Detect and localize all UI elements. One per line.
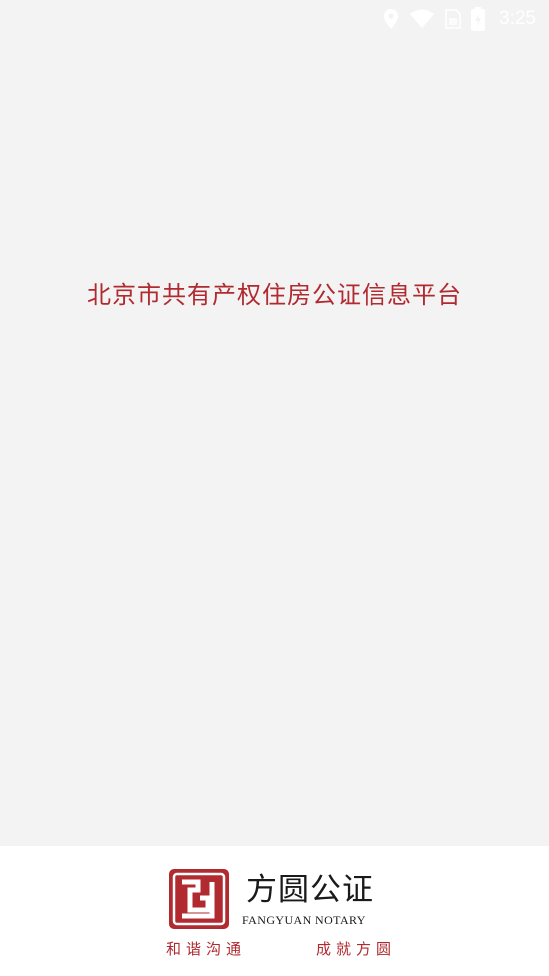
status-icons: 3:25	[383, 7, 536, 31]
status-time: 3:25	[499, 8, 536, 29]
status-bar: 3:25	[0, 0, 549, 38]
slogan-right: 成就方圆	[315, 939, 396, 958]
location-icon	[383, 8, 399, 30]
seal-logo-icon	[169, 869, 229, 929]
wifi-icon	[409, 9, 435, 29]
battery-charging-icon	[471, 7, 486, 31]
slogan-left: 和谐沟通	[166, 939, 247, 958]
brand-logo: 方圆公证 FANGYUAN NOTARY	[168, 868, 388, 932]
slogan: 和谐沟通 成就方圆	[166, 937, 396, 959]
sim-icon	[445, 9, 461, 29]
brand-name: 方圆公证	[246, 872, 374, 908]
brand-name-english: FANGYUAN NOTARY	[242, 913, 366, 927]
platform-title: 北京市共有产权住房公证信息平台	[87, 281, 462, 309]
footer-brand-area: 方圆公证 FANGYUAN NOTARY 和谐沟通 成就方圆	[0, 846, 549, 976]
